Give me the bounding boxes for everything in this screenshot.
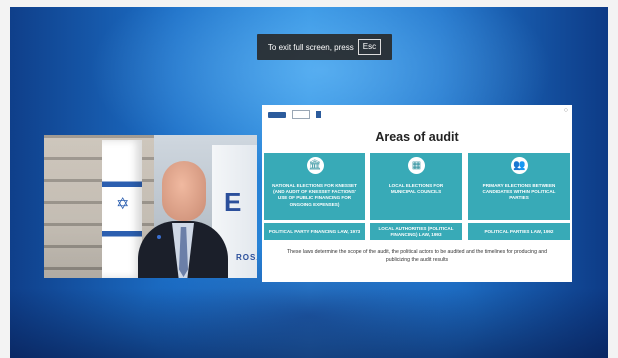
law-label-local: LOCAL AUTHORITIES (POLITICAL FINANCING) …	[370, 223, 462, 240]
card-text: PRIMARY ELECTIONS BETWEEN CANDIDATES WIT…	[482, 183, 556, 201]
lapel-pin	[157, 235, 161, 239]
banner-text: ROSA	[236, 253, 257, 262]
card-text: NATIONAL ELECTIONS FOR KNESSET (AND AUDI…	[272, 183, 357, 207]
emblem-logo	[316, 111, 321, 118]
exit-fullscreen-text: To exit full screen, press	[267, 42, 354, 52]
banner-logo: E	[224, 187, 242, 217]
esc-key-label[interactable]: Esc	[357, 39, 382, 55]
law-label-primary: POLITICAL PARTIES LAW, 1992	[468, 223, 570, 240]
star-of-david-icon: ✡	[116, 196, 130, 213]
slide-footer-text: These laws determine the scope of the au…	[286, 249, 548, 263]
slide-title: Areas of audit	[375, 130, 459, 144]
slide-logos	[268, 110, 321, 119]
speaker-video-tile[interactable]: ✡ E ROSA	[44, 135, 257, 278]
fullscreen-stage: To exit full screen, press Esc ✡ E ROSA …	[10, 7, 608, 358]
audit-area-card-local: ▦ LOCAL ELECTIONS FOR MUNICIPAL COUNCILS	[370, 153, 462, 220]
audit-area-card-national: 🏛 NATIONAL ELECTIONS FOR KNESSET (AND AU…	[264, 153, 365, 220]
people-icon: 👥	[511, 157, 528, 174]
state-comptroller-logo	[268, 111, 286, 118]
slide-close-icon[interactable]: ○	[564, 107, 568, 114]
bank-icon: 🏛	[306, 157, 324, 174]
exit-fullscreen-toast: To exit full screen, press Esc	[257, 34, 392, 60]
audit-area-card-primary: 👥 PRIMARY ELECTIONS BETWEEN CANDIDATES W…	[468, 153, 570, 220]
card-text: LOCAL ELECTIONS FOR MUNICIPAL COUNCILS	[388, 183, 444, 195]
law-label-national: POLITICAL PARTY FINANCING LAW, 1973	[264, 223, 365, 240]
building-icon: ▦	[408, 157, 425, 174]
speaker-head	[162, 161, 206, 221]
partner-logo	[292, 110, 310, 119]
presentation-slide[interactable]: ○ Areas of audit 🏛 NATIONAL ELECTIONS FO…	[262, 105, 572, 282]
